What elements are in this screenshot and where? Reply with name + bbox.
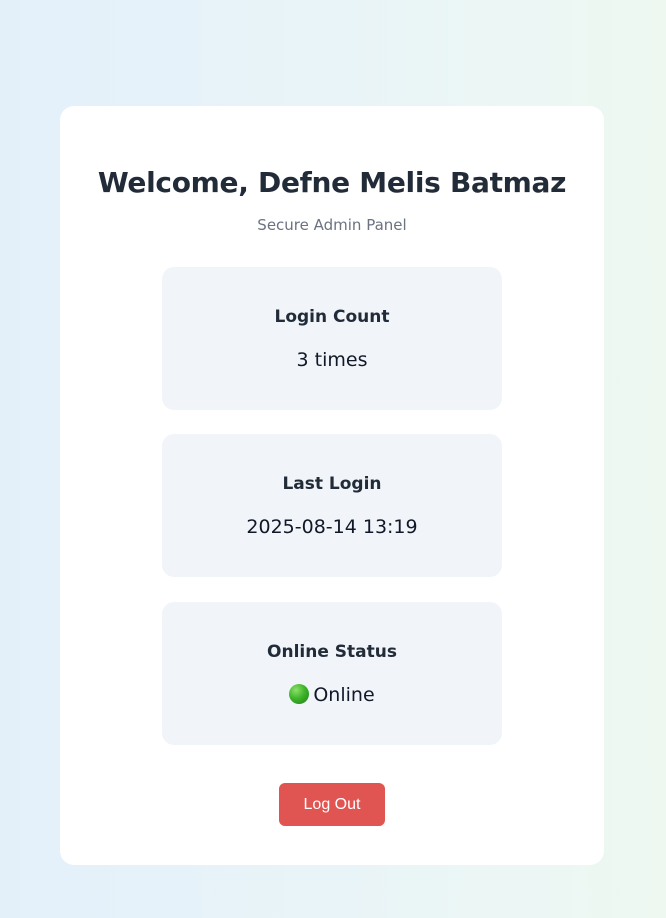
login-count-card: Login Count 3 times: [162, 267, 502, 410]
page-title: Welcome, Defne Melis Batmaz: [97, 166, 567, 199]
last-login-value: 2025-08-14 13:19: [246, 516, 418, 538]
login-count-value: 3 times: [296, 349, 368, 371]
online-status-value-row: Online: [162, 682, 502, 708]
login-count-label: Login Count: [274, 307, 390, 327]
last-login-label: Last Login: [282, 474, 382, 494]
green-circle-icon: [289, 684, 310, 704]
online-status-card: Online Status Online: [162, 602, 502, 745]
last-login-card: Last Login 2025-08-14 13:19: [162, 434, 502, 577]
page-subtitle: Secure Admin Panel: [257, 216, 407, 234]
logout-button[interactable]: Log Out: [279, 783, 385, 826]
welcome-card: Welcome, Defne Melis Batmaz Secure Admin…: [60, 106, 604, 865]
online-status-label: Online Status: [267, 642, 397, 662]
online-status-value: Online: [313, 684, 375, 706]
